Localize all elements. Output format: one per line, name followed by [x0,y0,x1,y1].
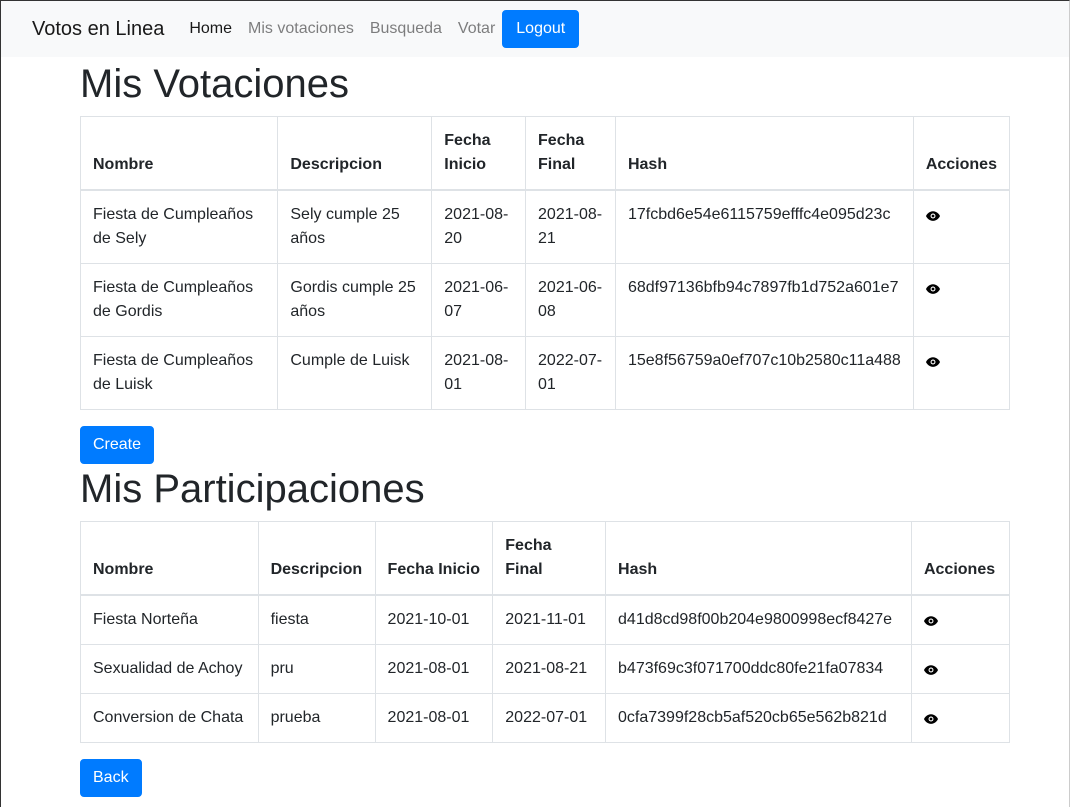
cell-fecha-inicio: 2021-08-01 [374,644,494,694]
votaciones-title: Mis Votaciones [80,62,350,106]
cell-hash: 68df97136bfb94c7897fb1d752a601e7 [614,263,914,337]
nav-votar[interactable]: Votar [458,20,495,38]
eye-icon[interactable] [923,616,938,626]
nav-home[interactable]: Home [189,20,232,38]
header-descripcion: Descripcion [277,116,433,191]
cell-acciones [910,594,1011,645]
cell-fecha-inicio: 2021-08-01 [374,693,494,743]
cell-fecha-final: 2021-11-01 [492,594,607,645]
cell-acciones [912,189,1011,264]
brand-link[interactable]: Votos en Linea [32,18,164,41]
nav-busqueda[interactable]: Busqueda [370,20,442,38]
table-header-row: Nombre Descripcion Fecha Inicio Fecha Fi… [79,116,1011,191]
cell-acciones [910,693,1011,743]
cell-fecha-final: 2021-08-21 [492,644,607,694]
participaciones-title: Mis Participaciones [80,467,425,511]
cell-acciones [912,263,1011,337]
cell-nombre: Fiesta de Cumpleaños de Gordis [79,263,279,337]
cell-fecha-inicio: 2021-06-07 [431,263,527,337]
table-row: Fiesta de Cumpleaños de Gordis Gordis cu… [79,263,1011,337]
cell-descripcion: Sely cumple 25 años [277,189,433,264]
cell-acciones [910,644,1011,694]
header-hash: Hash [605,521,912,596]
cell-descripcion: fiesta [257,594,376,645]
cell-descripcion: prueba [257,693,376,743]
cell-fecha-final: 2021-06-08 [525,263,616,337]
cell-nombre: Conversion de Chata [80,693,259,743]
cell-hash: 15e8f56759a0ef707c10b2580c11a488 [614,336,914,410]
logout-button[interactable]: Logout [502,10,580,48]
create-button[interactable]: Create [80,426,155,464]
header-acciones: Acciones [910,521,1011,596]
cell-fecha-inicio: 2021-08-01 [431,336,527,410]
eye-icon[interactable] [925,211,940,221]
header-hash: Hash [614,116,914,191]
header-nombre: Nombre [80,521,259,596]
cell-acciones [912,336,1011,410]
header-acciones: Acciones [912,116,1011,191]
cell-nombre: Fiesta de Cumpleaños de Sely [79,189,279,264]
eye-icon[interactable] [923,714,938,724]
eye-icon[interactable] [925,284,940,294]
cell-descripcion: pru [257,644,376,694]
cell-fecha-inicio: 2021-08-20 [431,189,527,264]
cell-fecha-inicio: 2021-10-01 [374,594,494,645]
table-row: Conversion de Chata prueba 2021-08-01 20… [80,693,1011,743]
table-row: Fiesta Norteña fiesta 2021-10-01 2021-11… [80,594,1011,645]
eye-icon[interactable] [925,357,940,367]
cell-hash: b473f69c3f071700ddc80fe21fa07834 [605,644,912,694]
cell-hash: d41d8cd98f00b204e9800998ecf8427e [605,594,912,645]
navbar: Votos en Linea Home Mis votaciones Busqu… [1,1,1069,57]
table-row: Fiesta de Cumpleaños de Sely Sely cumple… [79,189,1011,264]
table-header-row: Nombre Descripcion Fecha Inicio Fecha Fi… [80,521,1011,596]
cell-fecha-final: 2021-08-21 [525,189,616,264]
votaciones-table: Nombre Descripcion Fecha Inicio Fecha Fi… [79,116,1011,410]
cell-hash: 0cfa7399f28cb5af520cb65e562b821d [605,693,912,743]
cell-descripcion: Gordis cumple 25 años [277,263,433,337]
cell-nombre: Fiesta Norteña [80,594,259,645]
header-fecha-final: Fecha Final [525,116,616,191]
cell-hash: 17fcbd6e54e6115759efffc4e095d23c [614,189,914,264]
header-descripcion: Descripcion [257,521,376,596]
participaciones-table: Nombre Descripcion Fecha Inicio Fecha Fi… [80,521,1011,743]
cell-fecha-final: 2022-07-01 [492,693,607,743]
main-content: Mis Votaciones Nombre Descripcion Fecha … [79,60,1011,797]
nav-mis-votaciones[interactable]: Mis votaciones [248,20,354,38]
back-button[interactable]: Back [80,759,142,797]
app-window: Votos en Linea Home Mis votaciones Busqu… [0,0,1070,807]
cell-nombre: Fiesta de Cumpleaños de Luisk [79,336,279,410]
cell-descripcion: Cumple de Luisk [277,336,433,410]
table-row: Fiesta de Cumpleaños de Luisk Cumple de … [79,336,1011,410]
header-fecha-final: Fecha Final [492,521,607,596]
cell-nombre: Sexualidad de Achoy [80,644,259,694]
header-nombre: Nombre [79,116,279,191]
eye-icon[interactable] [923,665,938,675]
header-fecha-inicio: Fecha Inicio [374,521,494,596]
header-fecha-inicio: Fecha Inicio [431,116,527,191]
table-row: Sexualidad de Achoy pru 2021-08-01 2021-… [80,644,1011,694]
cell-fecha-final: 2022-07-01 [525,336,616,410]
